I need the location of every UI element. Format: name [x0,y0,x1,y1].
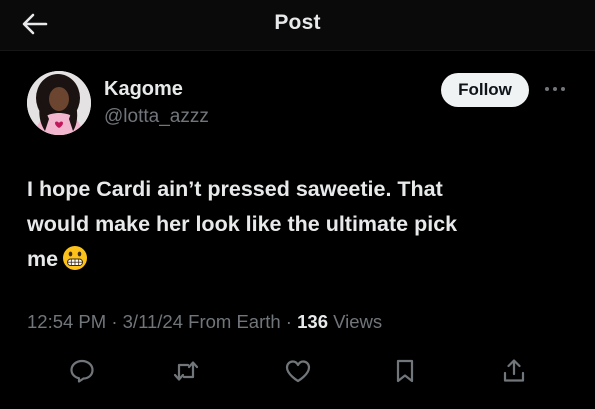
tweet-source: From Earth [183,311,281,332]
like-icon [285,360,311,383]
tweet-time[interactable]: 12:54 PM [27,311,106,332]
tweet-date[interactable]: 3/11/24 [123,311,183,332]
top-bar: Post [0,0,595,50]
tweet-meta: 12:54 PM · 3/11/24 From Earth · 136 View… [27,311,382,333]
tweet-line: me [27,242,557,282]
page-title: Post [274,11,321,34]
meta-separator: · [106,311,123,332]
author-handle[interactable]: @lotta_azzz [104,106,209,128]
repost-button[interactable] [171,356,201,386]
bookmark-icon [396,359,414,383]
bookmark-button[interactable] [390,356,420,386]
share-icon [503,359,525,382]
tweet-line: would make her look like the ultimate pi… [27,212,458,236]
more-options-button[interactable] [542,80,568,98]
more-options-icon [545,87,565,91]
views-label: Views [328,311,383,332]
meta-separator: · [280,311,298,332]
grimacing-face-emoji [62,245,88,282]
like-button[interactable] [283,356,313,386]
reply-icon [70,359,94,383]
share-button[interactable] [499,356,529,386]
author-display-name[interactable]: Kagome [104,78,183,101]
tweet-line: I hope Cardi ain’t pressed saweetie. Tha… [27,177,443,201]
reply-button[interactable] [67,356,97,386]
action-bar [0,356,595,386]
avatar[interactable] [27,71,91,135]
follow-button[interactable]: Follow [441,73,529,107]
views-count[interactable]: 136 [297,311,328,332]
tweet-text: I hope Cardi ain’t pressed saweetie. Tha… [27,172,557,282]
tweet-line-text: me [27,247,59,271]
repost-icon [173,361,199,381]
avatar-photo [27,71,91,135]
header-divider [0,50,595,51]
